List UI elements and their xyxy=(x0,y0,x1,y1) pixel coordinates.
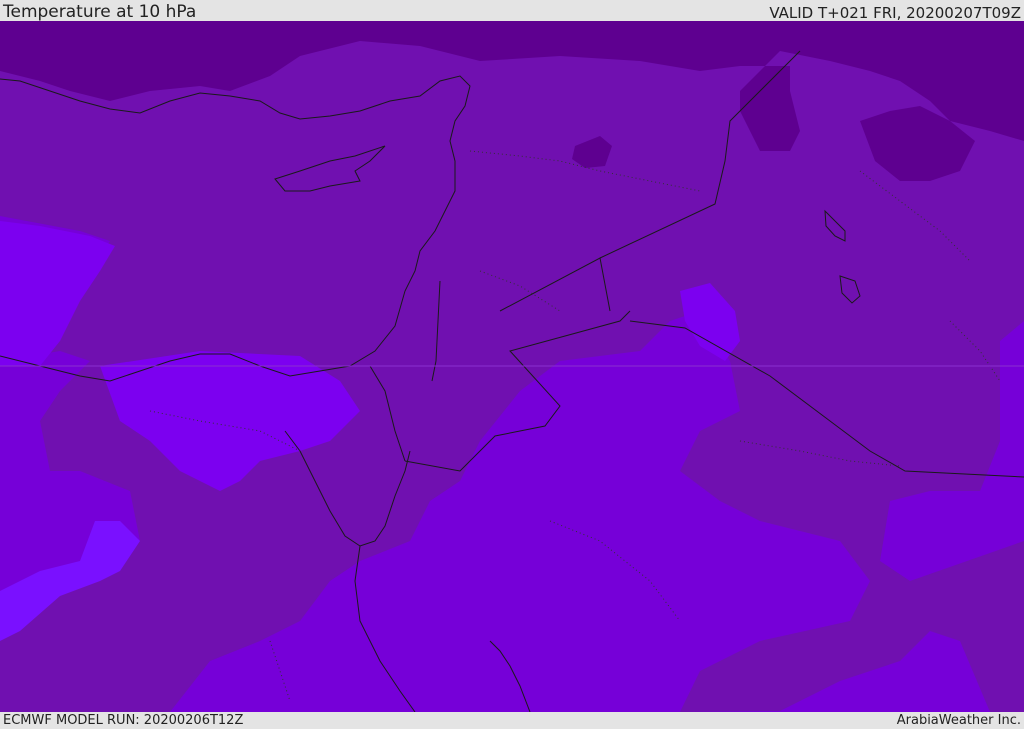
header-bar: Temperature at 10 hPa VALID T+021 FRI, 2… xyxy=(0,0,1024,21)
credit-label: ArabiaWeather Inc. xyxy=(896,713,1021,728)
temperature-map[interactable] xyxy=(0,21,1024,712)
map-canvas xyxy=(0,21,1024,712)
valid-time: VALID T+021 FRI, 20200207T09Z xyxy=(769,4,1021,22)
map-title: Temperature at 10 hPa xyxy=(3,2,197,22)
footer-bar: ECMWF MODEL RUN: 20200206T12Z ArabiaWeat… xyxy=(0,712,1024,729)
model-run-label: ECMWF MODEL RUN: 20200206T12Z xyxy=(3,713,244,728)
